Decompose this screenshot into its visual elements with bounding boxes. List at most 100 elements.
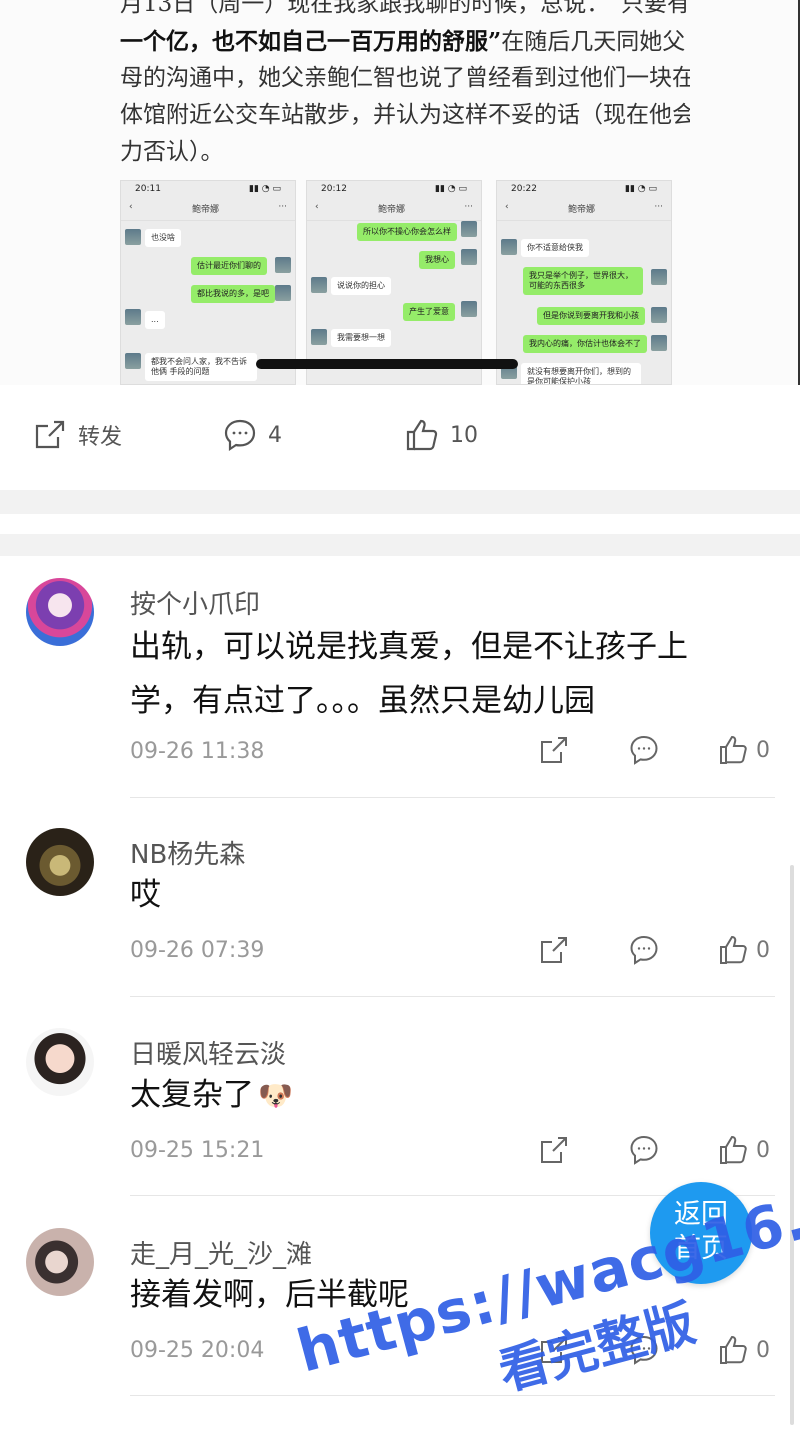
commenter-name[interactable]: 走_月_光_沙_滩 <box>130 1234 312 1271</box>
post-action-bar: 转发 4 10 <box>0 395 800 481</box>
avatar[interactable] <box>26 828 94 896</box>
comment-text-line: 出轨，可以说是找真爱，但是不让孩子上 <box>130 629 688 665</box>
chat-avatar <box>501 239 517 255</box>
article-bold-text: 一个亿，也不如自己一百万用的舒服” <box>120 28 502 55</box>
thumbs-up-icon <box>720 735 747 764</box>
chat-bubble: 但是你说到要离开我和小孩 <box>537 307 645 325</box>
thumbs-up-icon <box>406 419 438 451</box>
comment-date: 09-25 15:21 <box>130 1138 265 1163</box>
commenter-name[interactable]: 按个小爪印 <box>130 584 260 621</box>
chat-avatar <box>275 257 291 273</box>
chat-avatar <box>651 307 667 323</box>
article-line-rest: 在随后几天同她父 <box>501 29 686 55</box>
chat-bubble: 就没有想要离开你们，想到的是你可能保护小孩 <box>521 363 641 384</box>
like-button[interactable]: 0 <box>718 734 770 766</box>
chat-bubble: 我需要想一想 <box>331 329 391 347</box>
chat-bubble: 说说你的担心 <box>331 277 391 295</box>
status-time: 20:12 <box>321 184 347 194</box>
commenter-name[interactable]: 日暖风轻云淡 <box>130 1034 286 1071</box>
more-icon: ··· <box>464 202 473 212</box>
chat-avatar <box>461 221 477 237</box>
chat-bubble: 我想心 <box>419 251 455 269</box>
comment-divider <box>130 1395 775 1396</box>
thumbs-up-icon <box>720 935 747 964</box>
chat-screenshots: 20:11 ▮▮ ◔ ▭ ‹ 鲍帝娜 ··· 也没啥 估计最近你们聊的 都比我说的多，… <box>120 180 672 385</box>
reply-button[interactable] <box>628 1134 660 1166</box>
comment-actions: 0 <box>538 934 770 966</box>
like-button[interactable]: 0 <box>718 934 770 966</box>
commenter-name[interactable]: NB杨先森 <box>130 834 245 871</box>
comment-count: 4 <box>268 422 282 448</box>
article-line: 母的沟通中，她父亲鲍仁智也说了曾经看到过他们一块在万 <box>120 65 690 91</box>
like-count: 0 <box>756 1337 770 1363</box>
chat-avatar <box>125 229 141 245</box>
image-scroll-indicator[interactable] <box>256 359 518 369</box>
thumbs-up-icon <box>720 1335 747 1364</box>
signal-icon: ▮▮ ◔ ▭ <box>249 184 281 194</box>
like-count: 10 <box>450 422 478 448</box>
comment-actions: 0 <box>538 1134 770 1166</box>
share-icon <box>35 420 65 449</box>
scrollbar[interactable] <box>790 865 794 1425</box>
chat-avatar <box>461 249 477 265</box>
chat-avatar <box>651 335 667 351</box>
avatar[interactable] <box>26 1228 94 1296</box>
comment-button[interactable]: 4 <box>222 417 282 453</box>
comment-icon <box>630 1135 658 1165</box>
share-icon <box>541 1137 567 1163</box>
reply-button[interactable] <box>628 934 660 966</box>
section-separator <box>0 490 800 514</box>
avatar[interactable] <box>26 1028 94 1096</box>
article-line: 月13日（周一）现在我家跟我聊的时候，总说：“只要有 <box>120 0 690 17</box>
chat-bubble: 我内心的痛，你估计也体会不了 <box>523 335 647 353</box>
reply-button[interactable] <box>628 734 660 766</box>
article-line: 体馆附近公交车站散步，并认为这样不妥的话（现在他会极 <box>120 102 690 128</box>
comment-text: 哎 <box>130 868 760 922</box>
avatar[interactable] <box>26 578 94 646</box>
comment-text-line: 学，有点过了。。。虽然只是幼儿园 <box>130 683 595 719</box>
page: 月13日（周一）现在我家跟我聊的时候，总说：“只要有 一个亿，也不如自己一百万用… <box>0 0 800 1435</box>
article-text: 月13日（周一）现在我家跟我聊的时候，总说：“只要有 一个亿，也不如自己一百万用… <box>120 0 690 171</box>
chat-bubble: 产生了爱意 <box>403 303 455 321</box>
chat-avatar <box>125 309 141 325</box>
comment-date: 09-25 20:04 <box>130 1338 265 1363</box>
share-icon <box>541 737 567 763</box>
chat-bubble: 你不适意给侠我 <box>521 239 589 257</box>
share-button[interactable] <box>538 734 570 766</box>
share-icon <box>541 937 567 963</box>
share-button[interactable]: 转发 <box>32 417 122 453</box>
article-image[interactable]: 月13日（周一）现在我家跟我聊的时候，总说：“只要有 一个亿，也不如自己一百万用… <box>0 0 800 385</box>
chat-bubble: ... <box>145 311 165 329</box>
status-time: 20:11 <box>135 184 161 194</box>
comment-text-line: 太复杂了 <box>130 1077 254 1113</box>
chat-screenshot-2: 20:12 ▮▮ ◔ ▭ ‹ 鲍帝娜 ··· 所以你不操心你会怎么样 我想心 说说你的… <box>306 180 482 385</box>
comment-icon <box>630 735 658 765</box>
comment-divider <box>130 996 775 997</box>
chat-title: 鲍帝娜 <box>192 205 220 215</box>
chat-avatar <box>275 285 291 301</box>
more-icon: ··· <box>278 202 287 212</box>
chat-bubble: 也没啥 <box>145 229 181 247</box>
status-time: 20:22 <box>511 184 537 194</box>
share-button[interactable] <box>538 1134 570 1166</box>
comment-actions: 0 <box>538 734 770 766</box>
article-line: 一个亿，也不如自己一百万用的舒服”在随后几天同她父 <box>120 23 690 60</box>
like-count: 0 <box>756 1137 770 1163</box>
chat-screenshot-3: 20:22 ▮▮ ◔ ▭ ‹ 鲍帝娜 ··· 你不适意给侠我 我只是举个例子，世界很大… <box>496 180 672 385</box>
chat-screenshot-1: 20:11 ▮▮ ◔ ▭ ‹ 鲍帝娜 ··· 也没啥 估计最近你们聊的 都比我说的多，… <box>120 180 296 385</box>
back-icon: ‹ <box>315 202 319 212</box>
share-button[interactable] <box>538 934 570 966</box>
share-label: 转发 <box>78 425 123 450</box>
like-button[interactable]: 10 <box>404 417 478 453</box>
chat-bubble: 所以你不操心你会怎么样 <box>357 223 457 241</box>
chat-bubble: 都比我说的多，是吧 <box>191 285 275 303</box>
comment-icon <box>224 419 256 452</box>
section-separator <box>0 534 800 556</box>
thumbs-up-icon <box>720 1135 747 1164</box>
like-button[interactable]: 0 <box>718 1334 770 1366</box>
article-line: 力否认）。 <box>120 139 224 165</box>
like-button[interactable]: 0 <box>718 1134 770 1166</box>
comment-divider <box>130 797 775 798</box>
comment-date: 09-26 07:39 <box>130 938 265 963</box>
chat-avatar <box>651 269 667 285</box>
